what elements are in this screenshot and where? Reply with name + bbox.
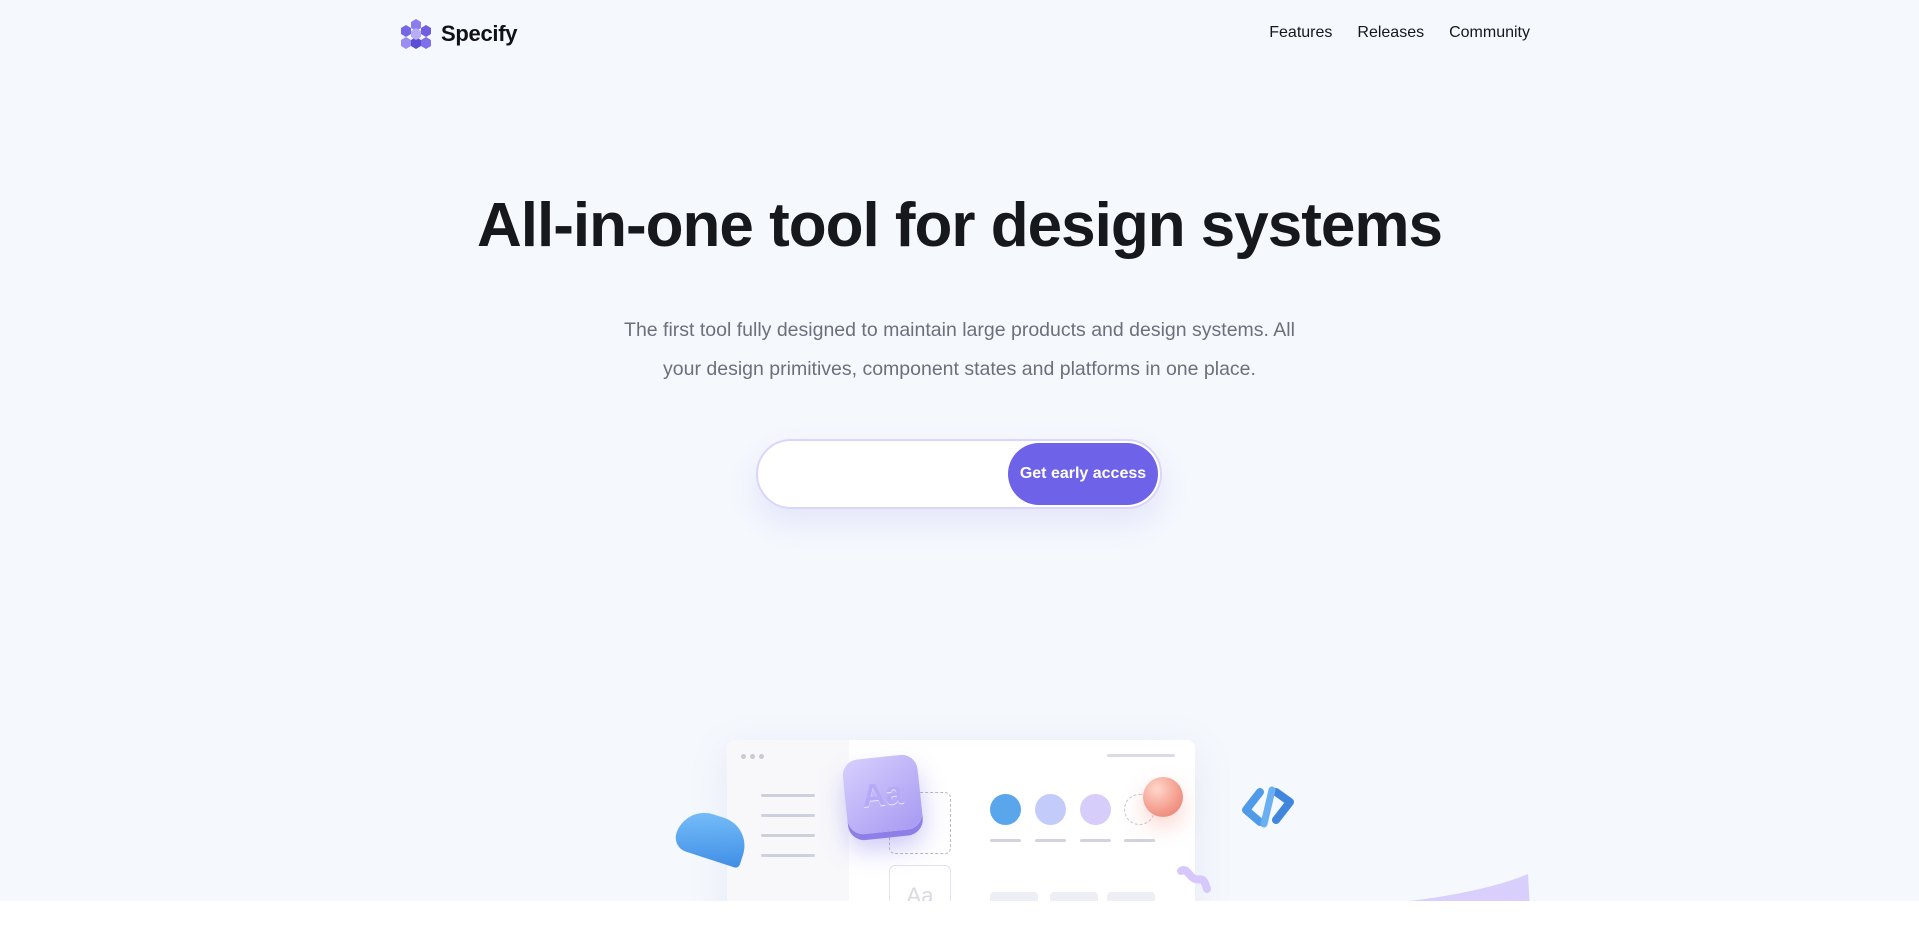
component-chip [990, 892, 1038, 901]
sidebar-line [761, 794, 815, 797]
signup-form: Get early access [756, 439, 1162, 509]
component-chip [1107, 892, 1155, 901]
color-swatch-empty [1124, 794, 1155, 825]
sidebar-line [761, 854, 815, 857]
nav-item-releases[interactable]: Releases [1357, 24, 1424, 42]
component-chip [1050, 892, 1098, 901]
brand-logo[interactable]: Specify [399, 17, 517, 51]
hexagon-cube-logo-icon [401, 19, 431, 49]
nav-item-community[interactable]: Community [1449, 24, 1530, 42]
wave-shape-icon [1409, 874, 1530, 901]
sphere-shape-icon [1143, 777, 1183, 817]
code-brackets-icon [1242, 786, 1294, 828]
nav-item-features[interactable]: Features [1269, 24, 1332, 42]
sidebar-line [761, 814, 815, 817]
color-swatch-periwinkle [1035, 794, 1066, 825]
swatch-label-line [1035, 839, 1066, 842]
swatch-label-line [1124, 839, 1155, 842]
brand-name: Specify [441, 21, 518, 46]
preview-sidebar [727, 740, 849, 901]
typography-tile: Aa [841, 753, 924, 836]
hero-subtitle: The first tool fully designed to maintai… [624, 319, 1295, 380]
top-nav: Features Releases Community [1269, 24, 1530, 42]
header-line [1107, 754, 1175, 757]
swatch-label-line [990, 839, 1021, 842]
color-swatch-blue [990, 794, 1021, 825]
color-swatch-lavender [1080, 794, 1111, 825]
hero-headline: All-in-one tool for design systems [477, 191, 1443, 260]
app-preview-card: Aa [727, 740, 1195, 901]
email-input[interactable] [776, 457, 1010, 493]
blue-blob-shape-icon [671, 805, 753, 869]
placeholder-frame [889, 792, 951, 854]
swatch-label-line [1080, 839, 1111, 842]
landing-page: Specify Features Releases Community All-… [0, 0, 1919, 901]
sidebar-line [761, 834, 815, 837]
squiggle-shape-icon [1177, 866, 1211, 893]
get-early-access-button[interactable]: Get early access [1008, 443, 1158, 505]
typography-ghost-tile: Aa [889, 865, 951, 901]
window-dots [741, 754, 764, 759]
